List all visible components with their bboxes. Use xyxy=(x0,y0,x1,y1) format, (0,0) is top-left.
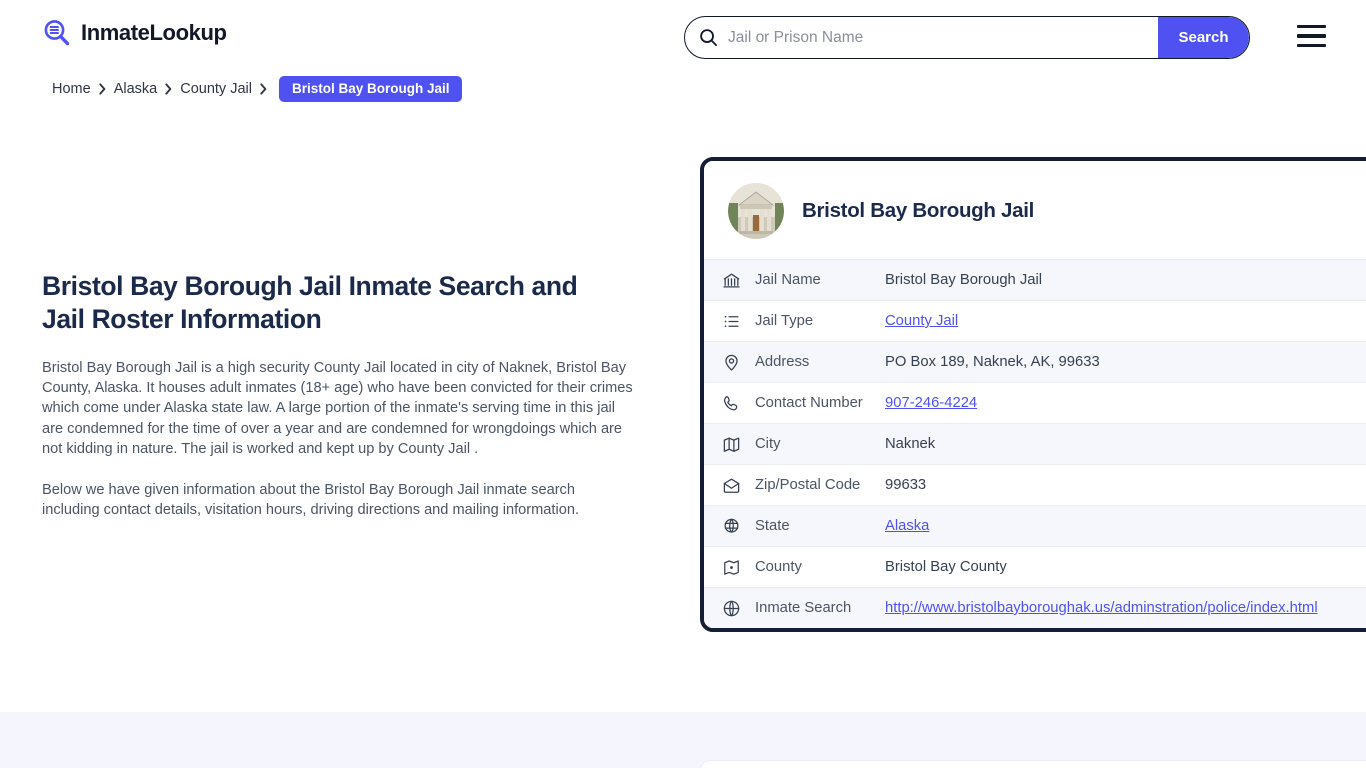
hamburger-menu-icon[interactable] xyxy=(1297,25,1326,47)
page-title: Bristol Bay Borough Jail Inmate Search a… xyxy=(42,271,578,334)
hamburger-bar-1 xyxy=(1297,25,1326,29)
search-icon xyxy=(699,28,718,47)
globe-icon xyxy=(722,599,741,618)
globe-stand-icon xyxy=(722,517,741,536)
row-label: Inmate Search xyxy=(755,600,852,616)
search-input[interactable] xyxy=(718,17,1158,58)
card-title: Bristol Bay Borough Jail xyxy=(802,199,1035,222)
row-value-link-inmate-search[interactable]: http://www.bristolbayboroughak.us/admins… xyxy=(885,600,1318,616)
map-pin-icon xyxy=(722,353,741,372)
jail-building-photo xyxy=(728,183,784,239)
breadcrumb: Home Alaska County Jail Bristol Bay Boro… xyxy=(52,76,463,102)
brand-logo[interactable]: InmateLookup xyxy=(42,18,227,48)
search-list-icon xyxy=(42,18,72,48)
chevron-right-icon xyxy=(164,83,173,95)
map-location-icon xyxy=(722,558,741,577)
row-label: City xyxy=(755,436,781,452)
row-value: 99633 xyxy=(885,477,927,493)
row-label: County xyxy=(755,559,802,575)
bank-building-icon xyxy=(722,271,741,290)
row-value-link-phone[interactable]: 907-246-4224 xyxy=(885,395,977,411)
row-value-link-jail-type[interactable]: County Jail xyxy=(885,313,958,329)
hamburger-bar-3 xyxy=(1297,43,1326,47)
breadcrumb-item-home[interactable]: Home xyxy=(52,81,91,97)
chevron-right-icon xyxy=(98,83,107,95)
table-row: Zip/Postal Code 99633 xyxy=(704,464,1366,505)
row-label: State xyxy=(755,518,790,534)
bottom-card-peek xyxy=(700,760,1366,768)
table-row: Jail Type County Jail xyxy=(704,300,1366,341)
breadcrumb-current: Bristol Bay Borough Jail xyxy=(278,76,463,102)
main-content: Bristol Bay Borough Jail Inmate Search a… xyxy=(42,270,642,520)
phone-icon xyxy=(722,394,741,413)
breadcrumb-item-alaska[interactable]: Alaska xyxy=(114,81,158,97)
site-header: InmateLookup Search xyxy=(0,0,1366,72)
map-icon xyxy=(722,435,741,454)
row-label: Jail Type xyxy=(755,313,814,329)
intro-paragraph: Bristol Bay Borough Jail is a high secur… xyxy=(42,360,633,457)
row-value: Bristol Bay County xyxy=(885,559,1007,575)
row-label: Address xyxy=(755,354,810,370)
table-row: Address PO Box 189, Naknek, AK, 99633 xyxy=(704,341,1366,382)
jail-detail-card: Bristol Bay Borough Jail Jail Name Brist… xyxy=(700,157,1366,632)
hamburger-bar-2 xyxy=(1297,34,1326,38)
row-value-link-state[interactable]: Alaska xyxy=(885,518,929,534)
table-row: Inmate Search http://www.bristolbayborou… xyxy=(704,587,1366,628)
secondary-paragraph: Below we have given information about th… xyxy=(42,482,580,519)
row-label: Zip/Postal Code xyxy=(755,477,861,493)
row-label: Contact Number xyxy=(755,395,863,411)
row-value: Bristol Bay Borough Jail xyxy=(885,272,1043,288)
table-row: State Alaska xyxy=(704,505,1366,546)
list-icon xyxy=(722,312,741,331)
card-header: Bristol Bay Borough Jail xyxy=(704,161,1366,259)
envelope-open-icon xyxy=(722,476,741,495)
breadcrumb-item-county-jail[interactable]: County Jail xyxy=(180,81,252,97)
row-value: PO Box 189, Naknek, AK, 99633 xyxy=(885,354,1100,370)
table-row: County Bristol Bay County xyxy=(704,546,1366,587)
table-row: City Naknek xyxy=(704,423,1366,464)
brand-name: InmateLookup xyxy=(81,20,227,45)
chevron-right-icon xyxy=(259,83,268,95)
table-row: Jail Name Bristol Bay Borough Jail xyxy=(704,259,1366,300)
row-value: Naknek xyxy=(885,436,936,452)
table-row: Contact Number 907-246-4224 xyxy=(704,382,1366,423)
search-bar: Search xyxy=(684,16,1250,59)
row-label: Jail Name xyxy=(755,272,821,288)
search-button[interactable]: Search xyxy=(1158,17,1249,58)
